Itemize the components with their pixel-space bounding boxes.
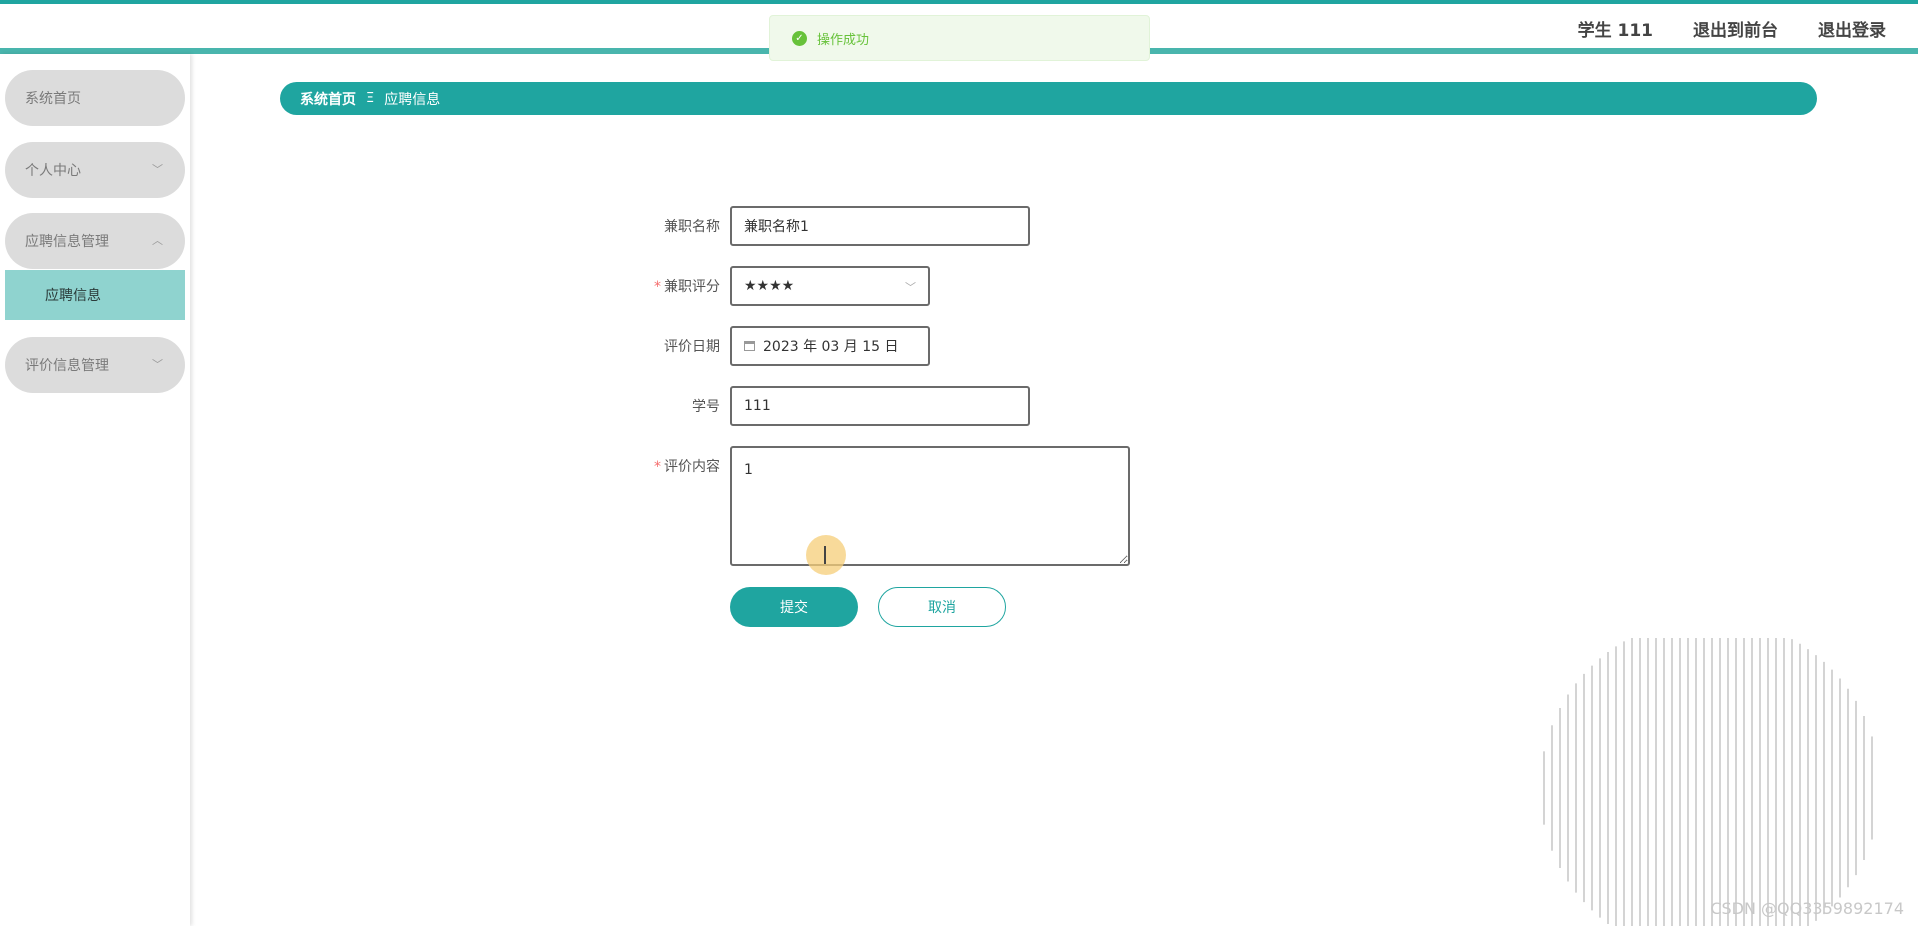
breadcrumb-separator-icon: Ξ — [366, 91, 375, 106]
student-no-value: 111 — [744, 398, 771, 414]
student-no-label: 学号 — [600, 396, 720, 416]
required-mark: * — [654, 459, 661, 475]
decorative-striped-circle — [1543, 638, 1873, 926]
calendar-icon — [744, 341, 755, 351]
rating-label-text: 兼职评分 — [664, 279, 720, 295]
job-name-label: 兼职名称 — [600, 216, 720, 236]
content-textarea[interactable] — [730, 446, 1130, 566]
rating-select[interactable]: ★★★★ ﹀ — [730, 266, 930, 306]
sidebar-item-profile[interactable]: 个人中心 ﹀ — [5, 142, 185, 198]
required-mark: * — [654, 279, 661, 295]
cancel-button[interactable]: 取消 — [878, 587, 1006, 627]
student-no-field[interactable]: 111 — [730, 386, 1030, 426]
sidebar-item-application-management[interactable]: 应聘信息管理 ︿ — [5, 213, 185, 269]
chevron-up-icon: ︿ — [152, 234, 163, 247]
sidebar-item-label: 系统首页 — [25, 91, 81, 107]
success-toast: ✓ 操作成功 — [769, 15, 1150, 61]
date-label-text: 评价日期 — [664, 339, 720, 355]
header-actions: 学生 111 退出到前台 退出登录 — [1578, 16, 1886, 41]
breadcrumb: 系统首页 Ξ 应聘信息 — [280, 82, 1817, 115]
sidebar-item-label: 个人中心 — [25, 163, 81, 179]
breadcrumb-current: 应聘信息 — [384, 91, 441, 108]
toast-message: 操作成功 — [817, 32, 870, 48]
user-label: 学生 111 — [1577, 21, 1653, 41]
content-label-text: 评价内容 — [664, 459, 720, 475]
exit-to-frontend-link[interactable]: 退出到前台 — [1693, 16, 1778, 41]
content-label: * 评价内容 — [600, 456, 720, 476]
rating-label: * 兼职评分 — [600, 276, 720, 296]
sidebar-item-home[interactable]: 系统首页 — [5, 70, 185, 126]
check-circle-icon: ✓ — [792, 30, 807, 46]
chevron-down-icon: ﹀ — [905, 281, 916, 294]
student-no-label-text: 学号 — [692, 399, 720, 415]
sidebar-item-label: 应聘信息管理 — [25, 234, 109, 250]
logout-link[interactable]: 退出登录 — [1818, 16, 1886, 41]
chevron-down-icon: ﹀ — [152, 358, 163, 371]
breadcrumb-home[interactable]: 系统首页 — [300, 89, 356, 109]
chevron-down-icon: ﹀ — [152, 163, 163, 176]
sidebar-item-label: 评价信息管理 — [25, 358, 109, 374]
text-cursor-icon — [824, 546, 827, 564]
sidebar-item-review-management[interactable]: 评价信息管理 ﹀ — [5, 337, 185, 393]
job-name-value: 兼职名称1 — [744, 219, 809, 235]
date-value: 2023 年 03 月 15 日 — [763, 339, 899, 355]
job-name-field[interactable]: 兼职名称1 — [730, 206, 1030, 246]
job-name-label-text: 兼职名称 — [664, 219, 720, 235]
sidebar: 系统首页 个人中心 ﹀ 应聘信息管理 ︿ 应聘信息 评价信息管理 ﹀ — [0, 54, 190, 926]
rating-value: ★★★★ — [744, 278, 795, 294]
date-label: 评价日期 — [600, 336, 720, 356]
sidebar-subitem-applications[interactable]: 应聘信息 — [5, 270, 185, 320]
watermark-text: CSDN @QQ3359892174 — [1710, 899, 1904, 918]
sidebar-subitem-label: 应聘信息 — [45, 288, 101, 304]
submit-button[interactable]: 提交 — [730, 587, 858, 627]
date-picker[interactable]: 2023 年 03 月 15 日 — [730, 326, 930, 366]
